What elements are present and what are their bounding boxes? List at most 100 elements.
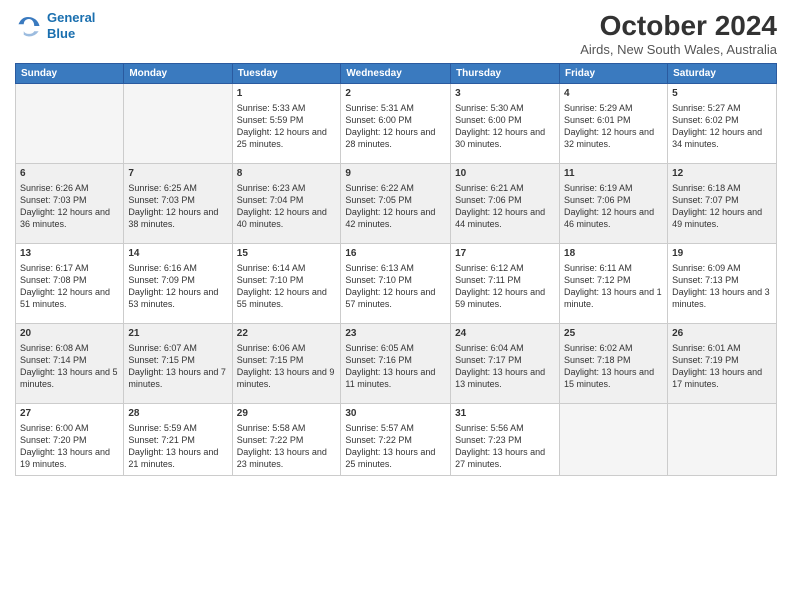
day-info: Sunrise: 5:29 AMSunset: 6:01 PMDaylight:… — [564, 102, 663, 151]
calendar-cell: 5Sunrise: 5:27 AMSunset: 6:02 PMDaylight… — [668, 84, 777, 164]
day-number: 21 — [128, 327, 227, 341]
day-info: Sunrise: 6:08 AMSunset: 7:14 PMDaylight:… — [20, 342, 119, 391]
day-number: 30 — [345, 407, 446, 421]
calendar-cell: 10Sunrise: 6:21 AMSunset: 7:06 PMDayligh… — [451, 164, 560, 244]
day-info: Sunrise: 6:04 AMSunset: 7:17 PMDaylight:… — [455, 342, 555, 391]
calendar-cell: 25Sunrise: 6:02 AMSunset: 7:18 PMDayligh… — [560, 324, 668, 404]
calendar-cell: 24Sunrise: 6:04 AMSunset: 7:17 PMDayligh… — [451, 324, 560, 404]
day-info: Sunrise: 5:56 AMSunset: 7:23 PMDaylight:… — [455, 422, 555, 471]
calendar-cell: 20Sunrise: 6:08 AMSunset: 7:14 PMDayligh… — [16, 324, 124, 404]
calendar-cell: 28Sunrise: 5:59 AMSunset: 7:21 PMDayligh… — [124, 404, 232, 476]
calendar-cell — [668, 404, 777, 476]
calendar-cell: 3Sunrise: 5:30 AMSunset: 6:00 PMDaylight… — [451, 84, 560, 164]
day-info: Sunrise: 6:25 AMSunset: 7:03 PMDaylight:… — [128, 182, 227, 231]
day-info: Sunrise: 6:19 AMSunset: 7:06 PMDaylight:… — [564, 182, 663, 231]
calendar-week-5: 27Sunrise: 6:00 AMSunset: 7:20 PMDayligh… — [16, 404, 777, 476]
day-info: Sunrise: 6:00 AMSunset: 7:20 PMDaylight:… — [20, 422, 119, 471]
calendar-week-3: 13Sunrise: 6:17 AMSunset: 7:08 PMDayligh… — [16, 244, 777, 324]
calendar-cell: 18Sunrise: 6:11 AMSunset: 7:12 PMDayligh… — [560, 244, 668, 324]
day-number: 8 — [237, 167, 337, 181]
day-number: 15 — [237, 247, 337, 261]
calendar: SundayMondayTuesdayWednesdayThursdayFrid… — [15, 63, 777, 476]
calendar-week-1: 1Sunrise: 5:33 AMSunset: 5:59 PMDaylight… — [16, 84, 777, 164]
day-number: 11 — [564, 167, 663, 181]
day-number: 14 — [128, 247, 227, 261]
day-info: Sunrise: 5:30 AMSunset: 6:00 PMDaylight:… — [455, 102, 555, 151]
day-info: Sunrise: 6:26 AMSunset: 7:03 PMDaylight:… — [20, 182, 119, 231]
calendar-cell: 2Sunrise: 5:31 AMSunset: 6:00 PMDaylight… — [341, 84, 451, 164]
title-block: October 2024 Airds, New South Wales, Aus… — [580, 10, 777, 57]
day-number: 23 — [345, 327, 446, 341]
calendar-week-2: 6Sunrise: 6:26 AMSunset: 7:03 PMDaylight… — [16, 164, 777, 244]
header: General Blue October 2024 Airds, New Sou… — [15, 10, 777, 57]
day-number: 5 — [672, 87, 772, 101]
calendar-cell: 12Sunrise: 6:18 AMSunset: 7:07 PMDayligh… — [668, 164, 777, 244]
calendar-cell: 31Sunrise: 5:56 AMSunset: 7:23 PMDayligh… — [451, 404, 560, 476]
day-number: 24 — [455, 327, 555, 341]
day-info: Sunrise: 6:06 AMSunset: 7:15 PMDaylight:… — [237, 342, 337, 391]
day-number: 20 — [20, 327, 119, 341]
calendar-header-row: SundayMondayTuesdayWednesdayThursdayFrid… — [16, 64, 777, 84]
day-number: 29 — [237, 407, 337, 421]
calendar-cell: 8Sunrise: 6:23 AMSunset: 7:04 PMDaylight… — [232, 164, 341, 244]
calendar-cell: 11Sunrise: 6:19 AMSunset: 7:06 PMDayligh… — [560, 164, 668, 244]
calendar-cell: 14Sunrise: 6:16 AMSunset: 7:09 PMDayligh… — [124, 244, 232, 324]
day-number: 2 — [345, 87, 446, 101]
day-number: 12 — [672, 167, 772, 181]
day-number: 25 — [564, 327, 663, 341]
day-number: 19 — [672, 247, 772, 261]
day-info: Sunrise: 6:23 AMSunset: 7:04 PMDaylight:… — [237, 182, 337, 231]
day-info: Sunrise: 5:33 AMSunset: 5:59 PMDaylight:… — [237, 102, 337, 151]
day-info: Sunrise: 6:17 AMSunset: 7:08 PMDaylight:… — [20, 262, 119, 311]
calendar-cell: 17Sunrise: 6:12 AMSunset: 7:11 PMDayligh… — [451, 244, 560, 324]
calendar-cell: 6Sunrise: 6:26 AMSunset: 7:03 PMDaylight… — [16, 164, 124, 244]
logo-text: General Blue — [47, 10, 95, 41]
calendar-cell: 27Sunrise: 6:00 AMSunset: 7:20 PMDayligh… — [16, 404, 124, 476]
calendar-week-4: 20Sunrise: 6:08 AMSunset: 7:14 PMDayligh… — [16, 324, 777, 404]
day-number: 22 — [237, 327, 337, 341]
calendar-cell: 16Sunrise: 6:13 AMSunset: 7:10 PMDayligh… — [341, 244, 451, 324]
day-number: 4 — [564, 87, 663, 101]
day-info: Sunrise: 5:31 AMSunset: 6:00 PMDaylight:… — [345, 102, 446, 151]
month-title: October 2024 — [580, 10, 777, 42]
col-header-saturday: Saturday — [668, 64, 777, 84]
day-info: Sunrise: 6:12 AMSunset: 7:11 PMDaylight:… — [455, 262, 555, 311]
day-number: 6 — [20, 167, 119, 181]
day-number: 31 — [455, 407, 555, 421]
day-number: 7 — [128, 167, 227, 181]
day-info: Sunrise: 6:16 AMSunset: 7:09 PMDaylight:… — [128, 262, 227, 311]
day-number: 10 — [455, 167, 555, 181]
calendar-cell: 1Sunrise: 5:33 AMSunset: 5:59 PMDaylight… — [232, 84, 341, 164]
col-header-friday: Friday — [560, 64, 668, 84]
col-header-thursday: Thursday — [451, 64, 560, 84]
day-number: 27 — [20, 407, 119, 421]
col-header-sunday: Sunday — [16, 64, 124, 84]
calendar-cell — [124, 84, 232, 164]
day-number: 28 — [128, 407, 227, 421]
calendar-cell: 29Sunrise: 5:58 AMSunset: 7:22 PMDayligh… — [232, 404, 341, 476]
day-info: Sunrise: 6:02 AMSunset: 7:18 PMDaylight:… — [564, 342, 663, 391]
day-info: Sunrise: 6:18 AMSunset: 7:07 PMDaylight:… — [672, 182, 772, 231]
day-info: Sunrise: 5:27 AMSunset: 6:02 PMDaylight:… — [672, 102, 772, 151]
day-number: 18 — [564, 247, 663, 261]
page: General Blue October 2024 Airds, New Sou… — [0, 0, 792, 612]
calendar-cell: 7Sunrise: 6:25 AMSunset: 7:03 PMDaylight… — [124, 164, 232, 244]
logo: General Blue — [15, 10, 95, 41]
day-info: Sunrise: 6:14 AMSunset: 7:10 PMDaylight:… — [237, 262, 337, 311]
location: Airds, New South Wales, Australia — [580, 42, 777, 57]
day-number: 13 — [20, 247, 119, 261]
calendar-cell: 19Sunrise: 6:09 AMSunset: 7:13 PMDayligh… — [668, 244, 777, 324]
calendar-cell: 4Sunrise: 5:29 AMSunset: 6:01 PMDaylight… — [560, 84, 668, 164]
day-info: Sunrise: 6:09 AMSunset: 7:13 PMDaylight:… — [672, 262, 772, 311]
calendar-cell — [16, 84, 124, 164]
day-number: 16 — [345, 247, 446, 261]
day-number: 26 — [672, 327, 772, 341]
day-info: Sunrise: 6:22 AMSunset: 7:05 PMDaylight:… — [345, 182, 446, 231]
day-number: 17 — [455, 247, 555, 261]
calendar-cell: 30Sunrise: 5:57 AMSunset: 7:22 PMDayligh… — [341, 404, 451, 476]
logo-icon — [15, 12, 43, 40]
day-info: Sunrise: 5:57 AMSunset: 7:22 PMDaylight:… — [345, 422, 446, 471]
day-info: Sunrise: 5:58 AMSunset: 7:22 PMDaylight:… — [237, 422, 337, 471]
calendar-cell: 13Sunrise: 6:17 AMSunset: 7:08 PMDayligh… — [16, 244, 124, 324]
col-header-tuesday: Tuesday — [232, 64, 341, 84]
